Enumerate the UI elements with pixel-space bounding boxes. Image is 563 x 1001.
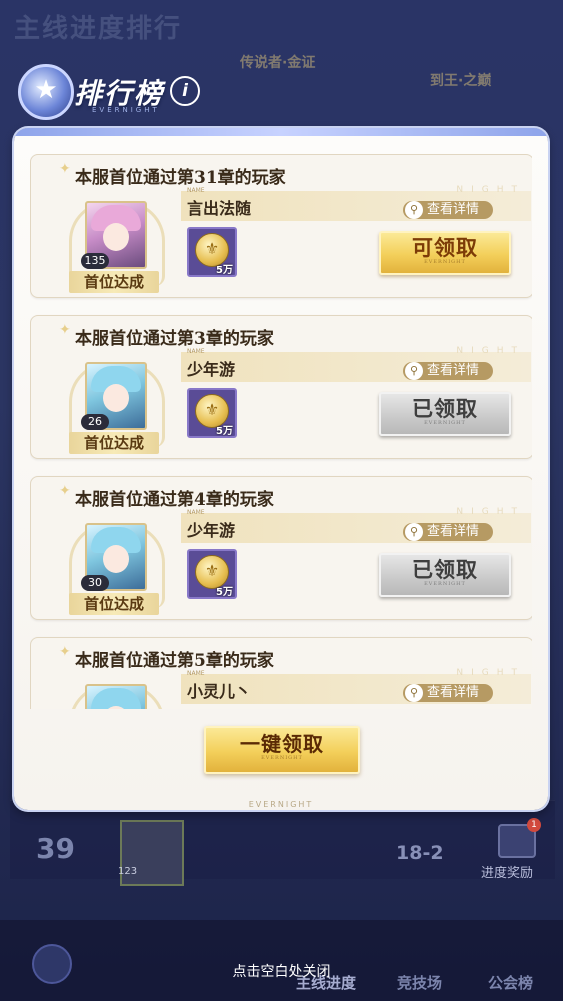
reward-card: ✦ 本服首位通过第3章的玩家 NIGHT NAME 少年游 ⚲ 查看详情 26 … xyxy=(30,315,532,459)
player-level: 30 xyxy=(81,575,109,591)
claim-all-button[interactable]: 一键领取 EVERNIGHT xyxy=(204,726,360,774)
view-detail-label: 查看详情 xyxy=(427,524,480,539)
sparkle-icon: ✦ xyxy=(59,322,71,338)
reward-card: ✦ 本服首位通过第4章的玩家 NIGHT NAME 少年游 ⚲ 查看详情 30 … xyxy=(30,476,532,620)
player-avatar-frame[interactable] xyxy=(69,680,165,709)
reward-quantity: 5万 xyxy=(216,426,233,437)
magnifier-icon: ⚲ xyxy=(405,523,423,541)
player-level: 135 xyxy=(81,253,109,269)
view-detail-button[interactable]: ⚲ 查看详情 xyxy=(403,201,493,219)
view-detail-label: 查看详情 xyxy=(427,363,480,378)
player-avatar-frame[interactable]: 135 首位达成 xyxy=(69,197,165,295)
reward-card: ✦ 本服首位通过第31章的玩家 NIGHT NAME 言出法随 ⚲ 查看详情 1… xyxy=(30,154,532,298)
reward-list[interactable]: ✦ 本服首位通过第31章的玩家 NIGHT NAME 言出法随 ⚲ 查看详情 1… xyxy=(30,154,532,709)
claim-all-sub: EVERNIGHT xyxy=(261,755,303,761)
player-avatar-frame[interactable]: 26 首位达成 xyxy=(69,358,165,456)
notification-dot: 1 xyxy=(527,818,541,832)
background-rank-number: 39 xyxy=(36,832,75,865)
view-detail-label: 查看详情 xyxy=(427,685,480,700)
background-level: 123 xyxy=(118,866,138,877)
first-clear-badge: 首位达成 xyxy=(69,271,159,293)
name-tag: NAME xyxy=(187,670,205,677)
magnifier-icon: ⚲ xyxy=(405,201,423,219)
view-detail-label: 查看详情 xyxy=(427,202,480,217)
card-title: 本服首位通过第5章的玩家 xyxy=(75,651,274,671)
player-name: 少年游 xyxy=(187,521,236,540)
first-clear-badge: 首位达成 xyxy=(69,593,159,615)
background-rank-row xyxy=(10,800,555,879)
view-detail-button[interactable]: ⚲ 查看详情 xyxy=(403,684,493,702)
background-badge-right: 到王·之巅 xyxy=(430,73,492,89)
claimed-button[interactable]: 已领取 EVERNIGHT xyxy=(379,553,511,597)
reward-quantity: 5万 xyxy=(216,265,233,276)
player-name: 少年游 xyxy=(187,360,236,379)
view-detail-button[interactable]: ⚲ 查看详情 xyxy=(403,362,493,380)
magnifier-icon: ⚲ xyxy=(405,684,423,702)
avatar xyxy=(85,684,147,709)
card-watermark: NIGHT xyxy=(456,185,525,195)
card-watermark: NIGHT xyxy=(456,668,525,678)
background-score: 18-2 xyxy=(396,842,444,864)
first-clear-badge: 首位达成 xyxy=(69,432,159,454)
leaderboard-panel: ✦ 本服首位通过第31章的玩家 NIGHT NAME 言出法随 ⚲ 查看详情 1… xyxy=(14,128,548,810)
claim-button-sub: EVERNIGHT xyxy=(424,420,466,426)
card-watermark: NIGHT xyxy=(456,346,525,356)
close-hint[interactable]: 点击空白处关闭 xyxy=(0,961,563,981)
card-title: 本服首位通过第4章的玩家 xyxy=(75,490,274,510)
view-detail-button[interactable]: ⚲ 查看详情 xyxy=(403,523,493,541)
panel-footer: EVERNIGHT xyxy=(248,800,314,809)
claim-button[interactable]: 可领取 EVERNIGHT xyxy=(379,231,511,275)
star-emblem-icon: ★ xyxy=(18,64,74,120)
claim-button-sub: EVERNIGHT xyxy=(424,259,466,265)
card-title: 本服首位通过第3章的玩家 xyxy=(75,329,274,349)
player-avatar-frame[interactable]: 30 首位达成 xyxy=(69,519,165,617)
sparkle-icon: ✦ xyxy=(59,644,71,660)
card-title: 本服首位通过第31章的玩家 xyxy=(75,168,286,188)
sparkle-icon: ✦ xyxy=(59,161,71,177)
background-page-title: 主线进度排行 xyxy=(14,14,183,44)
name-tag: NAME xyxy=(187,509,205,516)
name-tag: NAME xyxy=(187,187,205,194)
player-name: 言出法随 xyxy=(187,199,252,218)
card-watermark: NIGHT xyxy=(456,507,525,517)
modal-subtitle: EVERNIGHT xyxy=(92,106,160,114)
sparkle-icon: ✦ xyxy=(59,483,71,499)
reward-item[interactable]: ⚜ 5万 xyxy=(187,549,237,599)
reward-card: ✦ 本服首位通过第5章的玩家 NIGHT NAME 小灵儿丶 ⚲ 查看详情 xyxy=(30,637,532,709)
reward-item[interactable]: ⚜ 5万 xyxy=(187,388,237,438)
claim-button-sub: EVERNIGHT xyxy=(424,581,466,587)
player-name: 小灵儿丶 xyxy=(187,682,252,701)
panel-top-border xyxy=(14,128,548,136)
modal-header: ★ 排行榜 i EVERNIGHT xyxy=(12,60,312,120)
name-tag: NAME xyxy=(187,348,205,355)
info-icon[interactable]: i xyxy=(170,76,200,106)
background-reward-label: 进度奖励 xyxy=(481,866,534,881)
magnifier-icon: ⚲ xyxy=(405,362,423,380)
claimed-button[interactable]: 已领取 EVERNIGHT xyxy=(379,392,511,436)
player-level: 26 xyxy=(81,414,109,430)
reward-quantity: 5万 xyxy=(216,587,233,598)
reward-item[interactable]: ⚜ 5万 xyxy=(187,227,237,277)
